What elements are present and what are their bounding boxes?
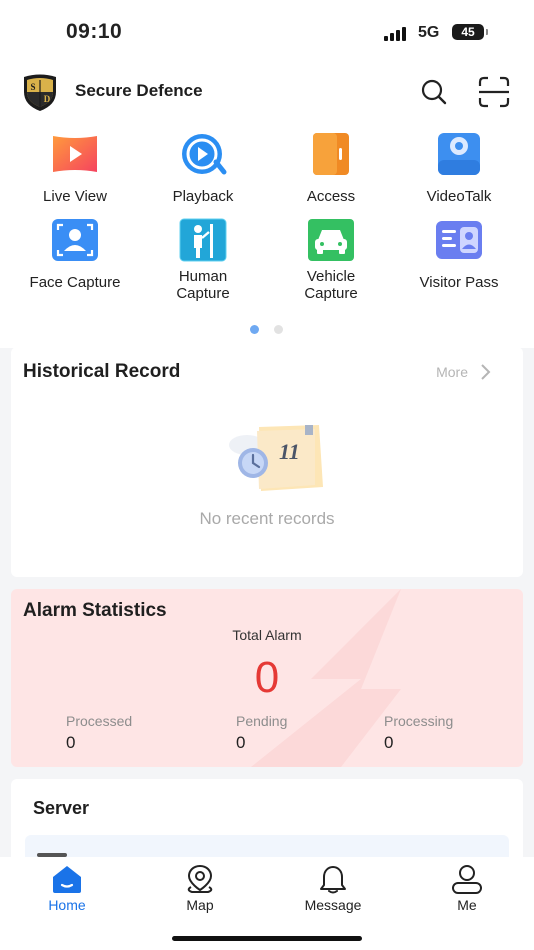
battery-tip [486,29,488,35]
human-capture-icon [179,218,227,262]
quick-label: Human Capture [176,268,230,302]
quick-label: Live View [43,188,107,205]
visitor-pass-icon [436,221,482,259]
quick-playback[interactable]: Playback [139,132,267,205]
chevron-right-icon[interactable] [479,363,491,381]
scan-icon[interactable] [476,74,512,110]
signal-icon [384,27,410,41]
quick-label: Face Capture [29,274,121,291]
tab-me[interactable]: Me [417,863,517,913]
quick-access[interactable]: Access [267,132,395,205]
tab-map[interactable]: Map [150,863,250,913]
tab-label: Home [48,897,86,913]
page-dot-active[interactable] [250,325,259,334]
alarm-statistics-title: Alarm Statistics [23,600,167,621]
tab-home[interactable]: Home [17,863,117,913]
historical-record-title: Historical Record [23,361,181,382]
calendar-number: 11 [279,439,300,464]
processing-label: Processing [384,713,454,729]
empty-calendar-illustration: 11 [229,425,323,491]
svg-text:S: S [30,82,35,92]
home-header: S D Secure Defence Live View Playback Ac… [0,62,534,348]
home-indicator [172,936,362,941]
tab-label: Message [304,897,362,913]
quick-label: Playback [172,188,234,205]
quick-vehicle-capture[interactable]: Vehicle Capture [267,218,395,302]
live-view-icon [53,136,97,172]
processed-value: 0 [66,733,76,752]
access-icon [313,133,349,175]
page-dot[interactable] [274,325,283,334]
map-pin-icon [187,864,213,893]
bell-icon [320,866,346,894]
quick-label: Visitor Pass [419,274,499,291]
pending-label: Pending [236,713,288,729]
face-capture-icon [52,219,98,261]
status-bar: 09:10 5G 45 [0,0,534,62]
tab-label: Me [457,897,477,913]
user-icon [452,865,482,894]
quick-label: Access [306,188,356,205]
quick-human-capture[interactable]: Human Capture [139,218,267,302]
total-alarm-value: 0 [254,653,280,702]
more-link[interactable]: More [436,364,468,380]
vehicle-capture-icon [308,219,354,261]
empty-state-text: No recent records [199,509,335,528]
quick-label: VideoTalk [426,188,492,205]
alarm-statistics-card[interactable]: Alarm Statistics Total Alarm 0 Processed… [11,589,523,767]
total-alarm-label: Total Alarm [232,627,302,643]
quick-face-capture[interactable]: Face Capture [11,218,139,291]
app-logo: S D [24,74,56,111]
videotalk-icon [438,133,480,175]
home-icon [53,866,81,893]
tab-label: Map [186,897,214,913]
svg-text:D: D [44,94,51,104]
tab-message[interactable]: Message [283,863,383,913]
historical-record-card: Historical Record More 11 No recent reco… [11,347,523,577]
battery-icon: 45 [452,24,484,40]
processing-value: 0 [384,733,394,752]
app-title: Secure Defence [75,81,203,100]
quick-live-view[interactable]: Live View [11,132,139,205]
quick-videotalk[interactable]: VideoTalk [395,132,523,205]
quick-visitor-pass[interactable]: Visitor Pass [395,218,523,291]
playback-icon [182,134,227,175]
server-title: Server [33,798,90,818]
network-type: 5G [418,24,440,41]
quick-label: Vehicle Capture [304,268,358,302]
search-icon[interactable] [418,76,450,108]
status-time: 09:10 [66,20,123,43]
processed-label: Processed [66,713,133,729]
pending-value: 0 [236,733,246,752]
